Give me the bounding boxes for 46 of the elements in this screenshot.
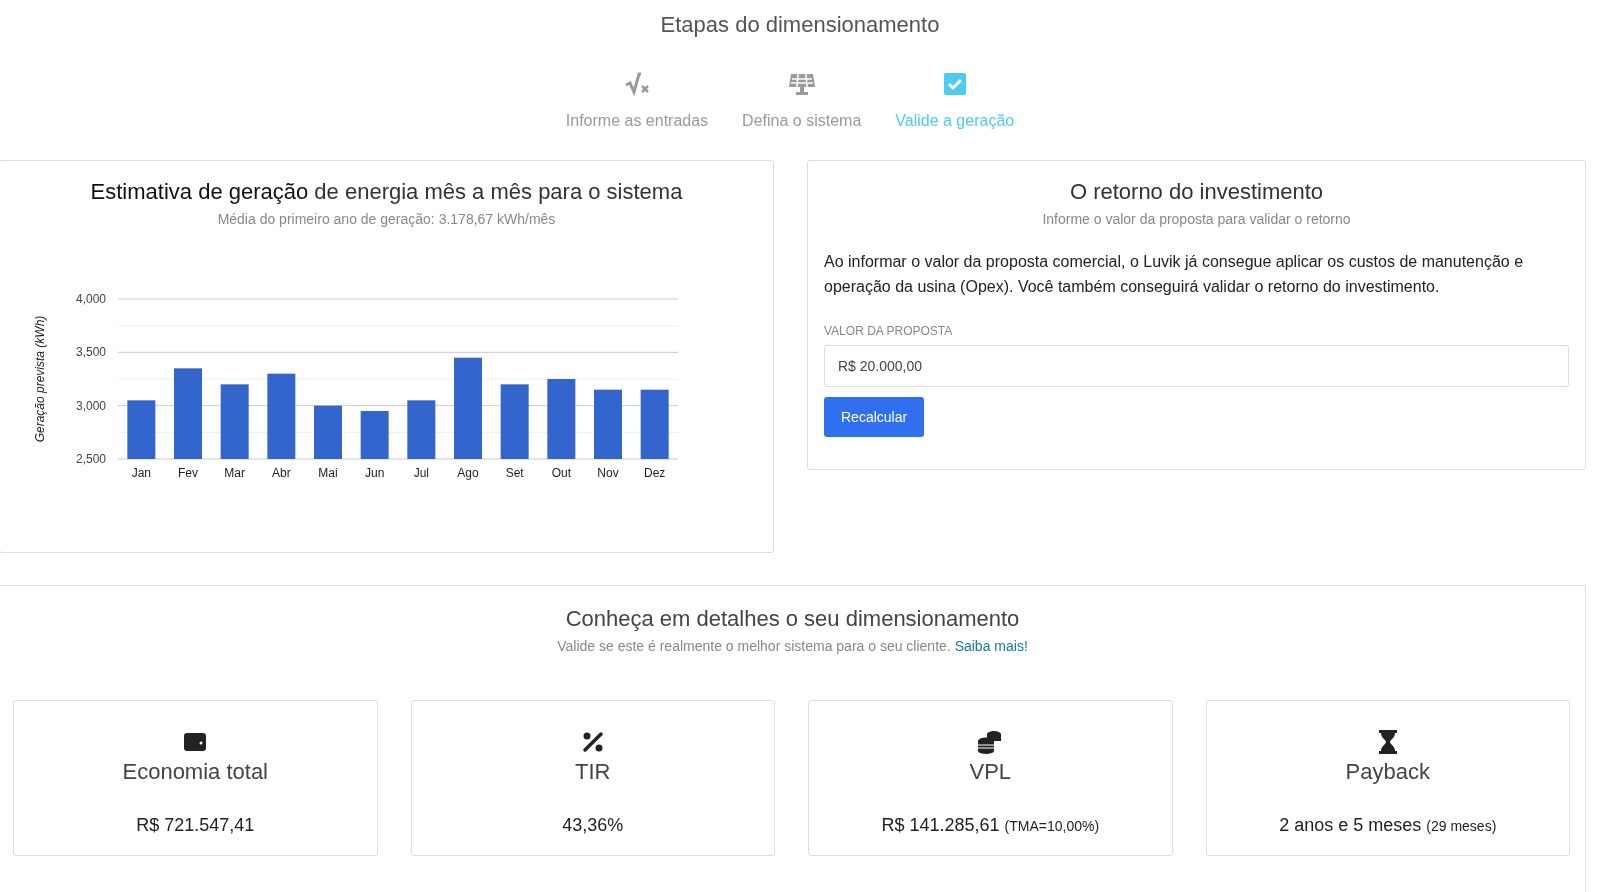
y-axis-tick-label: 4,000 <box>75 292 106 306</box>
metric-value: 2 anos e 5 meses (29 meses) <box>1279 815 1497 836</box>
card-title: Estimativa de geração de energia mês a mês para o sistema <box>90 179 683 204</box>
step-tab[interactable]: Defina o sistema <box>742 70 862 130</box>
y-axis-tick-label: 3,500 <box>75 345 106 360</box>
metric-title: Payback <box>1345 759 1430 785</box>
x-axis-label: Dez <box>644 466 666 480</box>
x-axis-label: Out <box>551 466 571 480</box>
x-axis-label: Set <box>505 466 524 480</box>
card-subtitle: Média do primeiro ano de geração: 3.178,67 kWh/mês <box>217 211 556 227</box>
x-axis-label: Jul <box>413 466 429 480</box>
x-axis-label: Ago <box>457 466 479 480</box>
step-tab[interactable]: Informe as entradas <box>565 70 709 130</box>
x-axis-label: Jan <box>131 466 151 480</box>
card-subtitle: Informe o valor da proposta para validar o retorno <box>1042 211 1351 227</box>
card-title: O retorno do investimento <box>1069 179 1324 204</box>
x-axis-label: Abr <box>272 466 291 480</box>
y-axis-title: Geração prevista (kWh) <box>33 315 47 443</box>
metric-value: R$ 721.547,41 <box>136 815 255 836</box>
x-axis-label: Mar <box>224 466 245 480</box>
proposal-value-field[interactable]: R$ 20.000,00 <box>824 345 1569 387</box>
description-text: Ao informar o valor da proposta comercial, o Luvik já consegue aplicar os custos de manutenção e operação da usina (Opex). Você também conseguirá validar o retorno do investimento. <box>824 252 1525 297</box>
metric-value: R$ 141.285,61 (TMA=10,00%) <box>881 815 1100 836</box>
section-subtitle: Valide se este é realmente o melhor sistema para o seu cliente. Saiba mais! <box>557 638 1028 654</box>
metric-title: Economia total <box>122 759 268 785</box>
metric-title: TIR <box>575 759 611 785</box>
bar <box>640 389 669 459</box>
page-title: Etapas do dimensionamento <box>660 12 940 38</box>
bar <box>594 389 622 459</box>
field-label: VALOR DA PROPOSTA <box>824 324 953 338</box>
metric-value: 43,36% <box>562 815 624 836</box>
recalculate-button[interactable]: Recalcular <box>824 397 925 437</box>
y-axis-tick-label: 2,500 <box>75 452 106 466</box>
metric-title: VPL <box>969 759 1012 785</box>
coins-icon <box>977 729 1004 755</box>
y-axis-tick-label: 3,000 <box>75 398 106 413</box>
section-title: Conheça em detalhes o seu dimensionamento <box>565 606 1020 631</box>
bar <box>407 400 436 459</box>
learn-more-link[interactable]: Saiba mais! <box>954 638 1028 654</box>
x-axis-label: Fev <box>178 466 198 480</box>
x-axis-label: Jun <box>365 466 385 480</box>
x-axis-label: Nov <box>597 466 619 480</box>
bar <box>314 405 342 459</box>
x-axis-label: Mai <box>318 466 338 480</box>
bar <box>127 400 156 459</box>
bar <box>360 411 389 459</box>
